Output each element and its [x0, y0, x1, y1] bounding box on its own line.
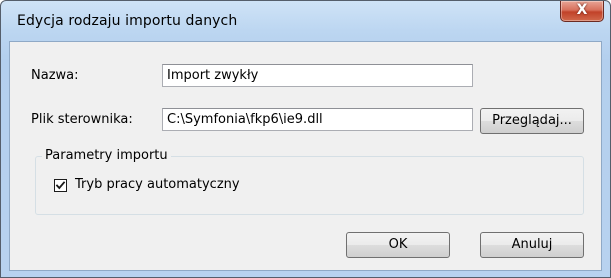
name-field[interactable]: Import zwykły	[162, 64, 473, 87]
window-title: Edycja rodzaju importu danych	[17, 13, 238, 29]
dialog-client-area: Nazwa: Import zwykły Plik sterownika: C:…	[9, 41, 602, 271]
driver-file-label: Plik sterownika:	[31, 112, 133, 127]
auto-mode-checkbox[interactable]	[54, 179, 67, 192]
driver-file-field[interactable]: C:\Symfonia\fkp6\ie9.dll	[162, 108, 473, 131]
ok-button[interactable]: OK	[346, 232, 450, 258]
dialog-window: Edycja rodzaju importu danych X Nazwa: I…	[0, 0, 611, 278]
name-label: Nazwa:	[31, 68, 79, 83]
import-parameters-title: Parametry importu	[42, 148, 171, 163]
title-bar[interactable]: Edycja rodzaju importu danych X	[1, 1, 610, 41]
cancel-button[interactable]: Anuluj	[480, 232, 584, 258]
auto-mode-label[interactable]: Tryb pracy automatyczny	[75, 177, 240, 192]
close-icon: X	[576, 2, 588, 18]
close-button[interactable]: X	[560, 1, 604, 22]
browse-button[interactable]: Przeglądaj...	[480, 108, 584, 134]
checkmark-icon	[55, 181, 66, 190]
